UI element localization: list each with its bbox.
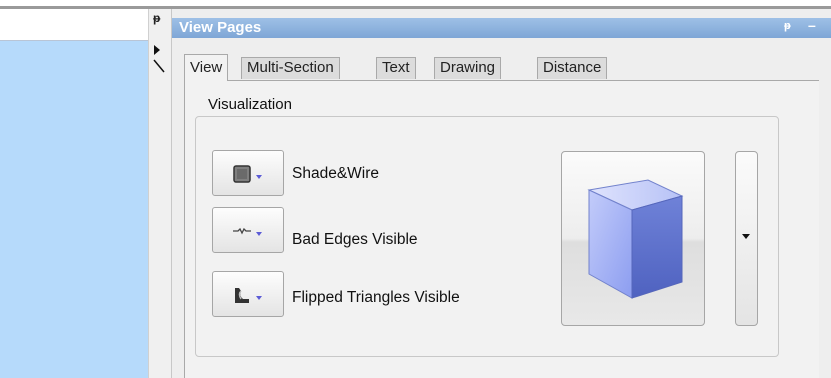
chevron-down-icon: [256, 232, 262, 236]
titlebar-minimize-icon[interactable]: –: [808, 17, 816, 33]
shade-wire-button[interactable]: [212, 150, 284, 196]
bad-edges-label: Bad Edges Visible: [292, 231, 418, 248]
tab-text[interactable]: Text: [376, 57, 416, 79]
shade-wire-label: Shade&Wire: [292, 165, 380, 182]
flipped-triangles-icon: [235, 288, 249, 303]
collapse-slash-icon[interactable]: [152, 58, 166, 74]
chevron-down-icon: [256, 296, 262, 300]
flipped-triangles-button[interactable]: [212, 271, 284, 317]
flipped-triangles-label: Flipped Triangles Visible: [292, 289, 460, 306]
titlebar-pin-icon[interactable]: ᵽ: [784, 20, 791, 32]
left-panel-body[interactable]: [0, 41, 148, 378]
cube-icon: [587, 179, 684, 299]
view-pages-panel: View Pages ᵽ – View Multi-Section Text D…: [172, 9, 831, 378]
chevron-down-icon: [256, 175, 262, 179]
pin-icon[interactable]: ᵽ: [153, 11, 167, 25]
view-preview-dropdown-button[interactable]: [735, 151, 758, 326]
left-panel-header: [0, 9, 148, 41]
tab-distance[interactable]: Distance: [537, 57, 608, 79]
tab-multi-section[interactable]: Multi-Section: [241, 57, 340, 79]
tab-view[interactable]: View: [184, 54, 229, 81]
panel-titlebar: View Pages ᵽ –: [172, 17, 831, 38]
tab-baseline: [184, 80, 819, 81]
view-preview-button[interactable]: [561, 151, 705, 326]
dropdown-arrow-icon: [742, 234, 750, 239]
top-border: [0, 0, 831, 9]
dock-splitter[interactable]: ᵽ: [148, 9, 172, 378]
left-panel: [0, 9, 148, 378]
shade-wire-icon: [233, 165, 251, 183]
bad-edges-button[interactable]: [212, 207, 284, 253]
visualization-group-label: Visualization: [205, 96, 295, 113]
bad-edges-icon: [233, 227, 251, 235]
panel-title: View Pages: [179, 19, 262, 36]
tab-drawing[interactable]: Drawing: [434, 57, 502, 79]
expand-arrow-icon[interactable]: [154, 45, 160, 55]
